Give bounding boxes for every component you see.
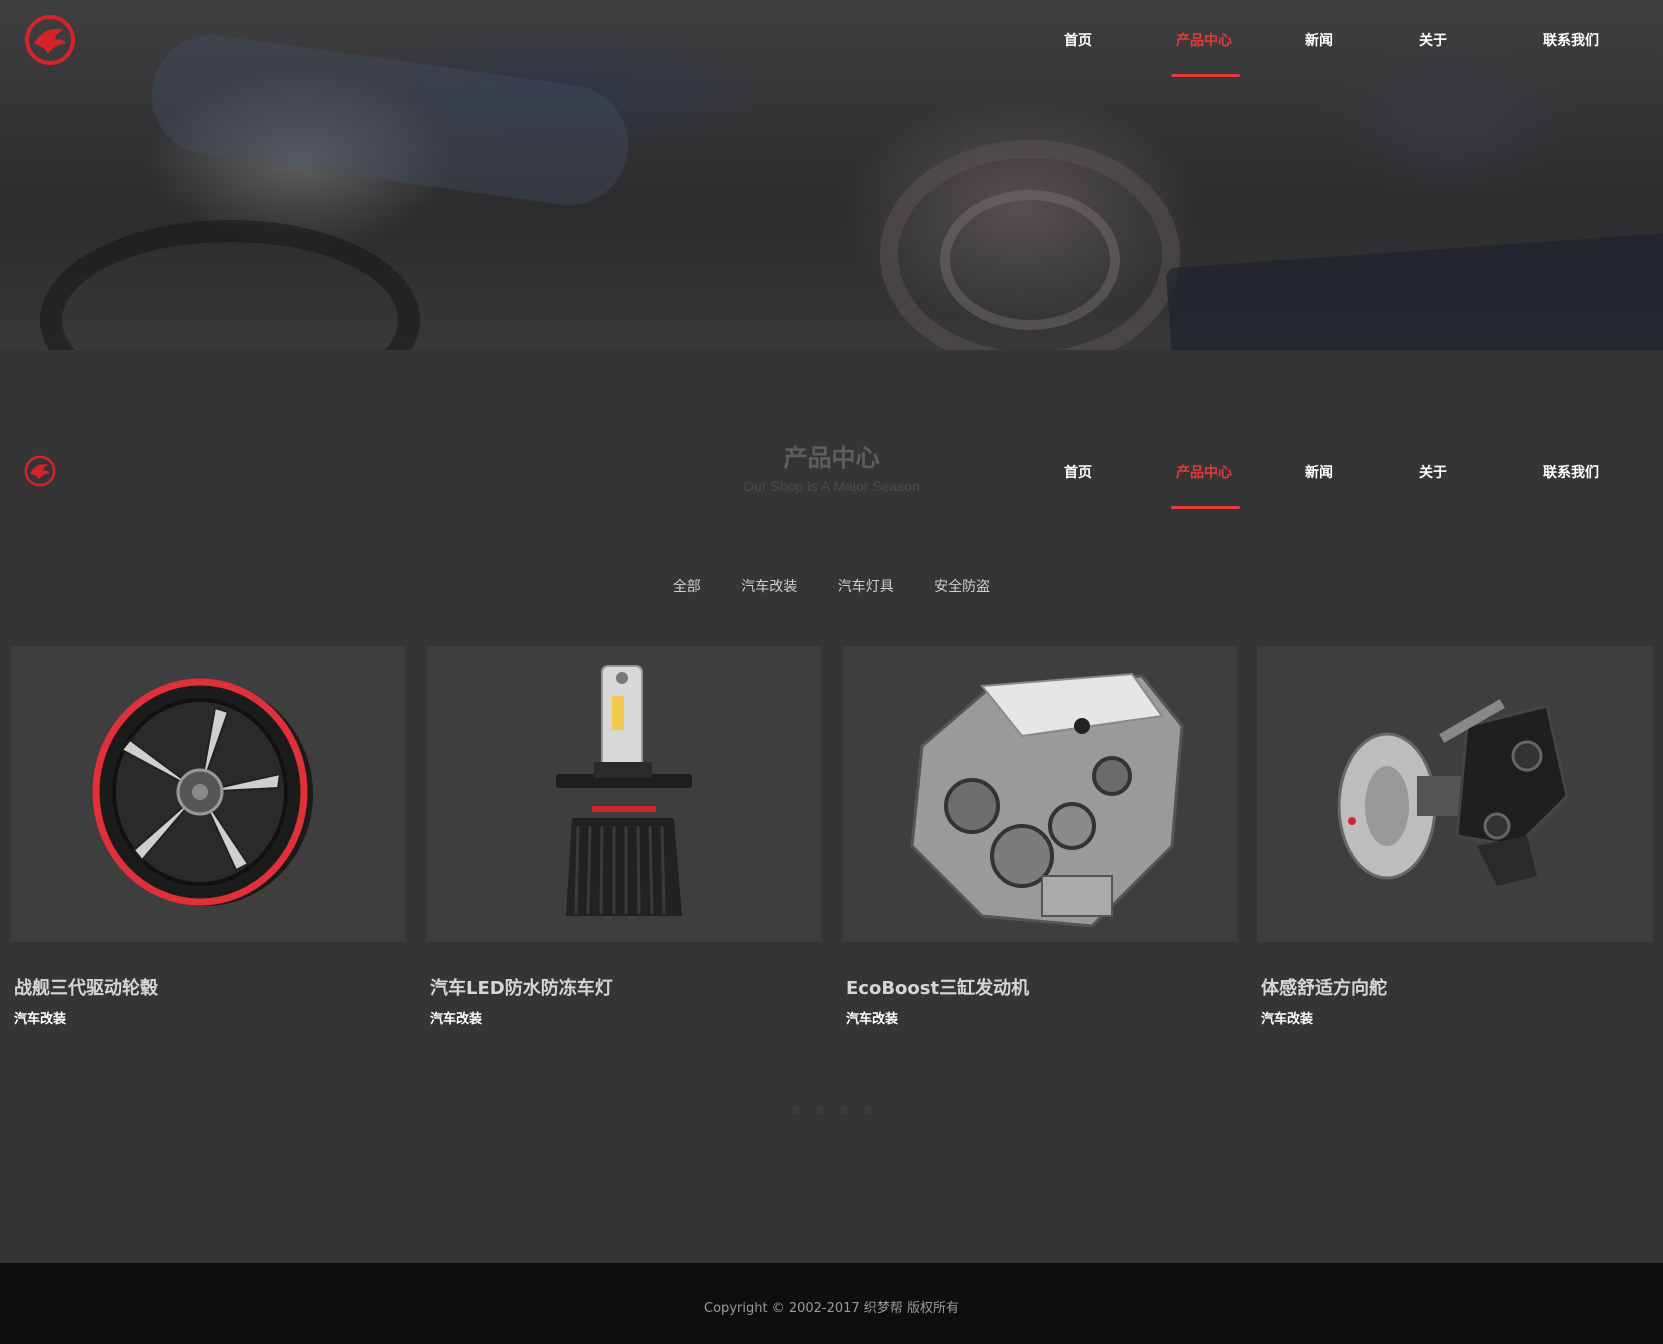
filter-all[interactable]: 全部 (673, 576, 701, 596)
product-image-led-headlight-bulb[interactable] (426, 646, 822, 942)
product-category: 汽车改装 (14, 1012, 67, 1027)
product-category: 汽车改装 (430, 1012, 483, 1027)
product-category: 汽车改装 (1261, 1012, 1314, 1027)
filter-car-modification[interactable]: 汽车改装 (741, 576, 797, 596)
product-card[interactable]: 汽车LED防水防冻车灯 汽车改装 (426, 646, 822, 1027)
nav-item-about[interactable]: 关于 (1419, 30, 1447, 50)
active-indicator (1171, 74, 1240, 77)
product-card[interactable]: 战舰三代驱动轮毂 汽车改装 (10, 646, 406, 1027)
product-name[interactable]: 汽车LED防水防冻车灯 (430, 974, 822, 1000)
pagination-dot[interactable] (791, 1106, 800, 1114)
section-subtitle: Our Shop Is A Major Season (743, 478, 920, 494)
product-card[interactable]: 体感舒适方向舵 汽车改装 (1257, 646, 1653, 1027)
product-image-wheel-rim[interactable] (10, 646, 406, 942)
nav-item-products[interactable]: 产品中心 (1171, 30, 1240, 77)
product-category: 汽车改装 (846, 1012, 899, 1027)
product-name[interactable]: 战舰三代驱动轮毂 (14, 974, 406, 1000)
pagination-dot[interactable] (839, 1106, 848, 1114)
footer: Copyright © 2002-2017 织梦帮 版权所有 (0, 1263, 1663, 1344)
nav-item-news[interactable]: 新闻 (1305, 30, 1333, 50)
top-navbar: 首页 产品中心 新闻 关于 联系我们 (0, 0, 1663, 80)
product-name[interactable]: 体感舒适方向舵 (1261, 974, 1653, 1000)
filter-car-lights[interactable]: 汽车灯具 (838, 576, 894, 596)
pagination-dot[interactable] (863, 1106, 872, 1114)
nav-item-contact[interactable]: 联系我们 (1543, 30, 1599, 50)
copyright-text: Copyright © 2002-2017 织梦帮 版权所有 (704, 1301, 959, 1316)
nav-item-home[interactable]: 首页 (1064, 30, 1092, 50)
product-image-brake-caliper[interactable] (1257, 646, 1653, 942)
product-card[interactable]: EcoBoost三缸发动机 汽车改装 (842, 646, 1238, 1027)
section-title: 产品中心 (783, 444, 880, 472)
brand-logo[interactable] (24, 14, 76, 66)
carousel-pagination (0, 1099, 1663, 1118)
pagination-dot[interactable] (815, 1106, 824, 1114)
filter-security[interactable]: 安全防盗 (934, 576, 990, 596)
product-name[interactable]: EcoBoost三缸发动机 (846, 974, 1238, 1000)
active-indicator (1171, 506, 1240, 509)
product-image-engine[interactable] (842, 646, 1238, 942)
category-filter-bar: 全部 汽车改装 汽车灯具 安全防盗 (0, 576, 1663, 596)
